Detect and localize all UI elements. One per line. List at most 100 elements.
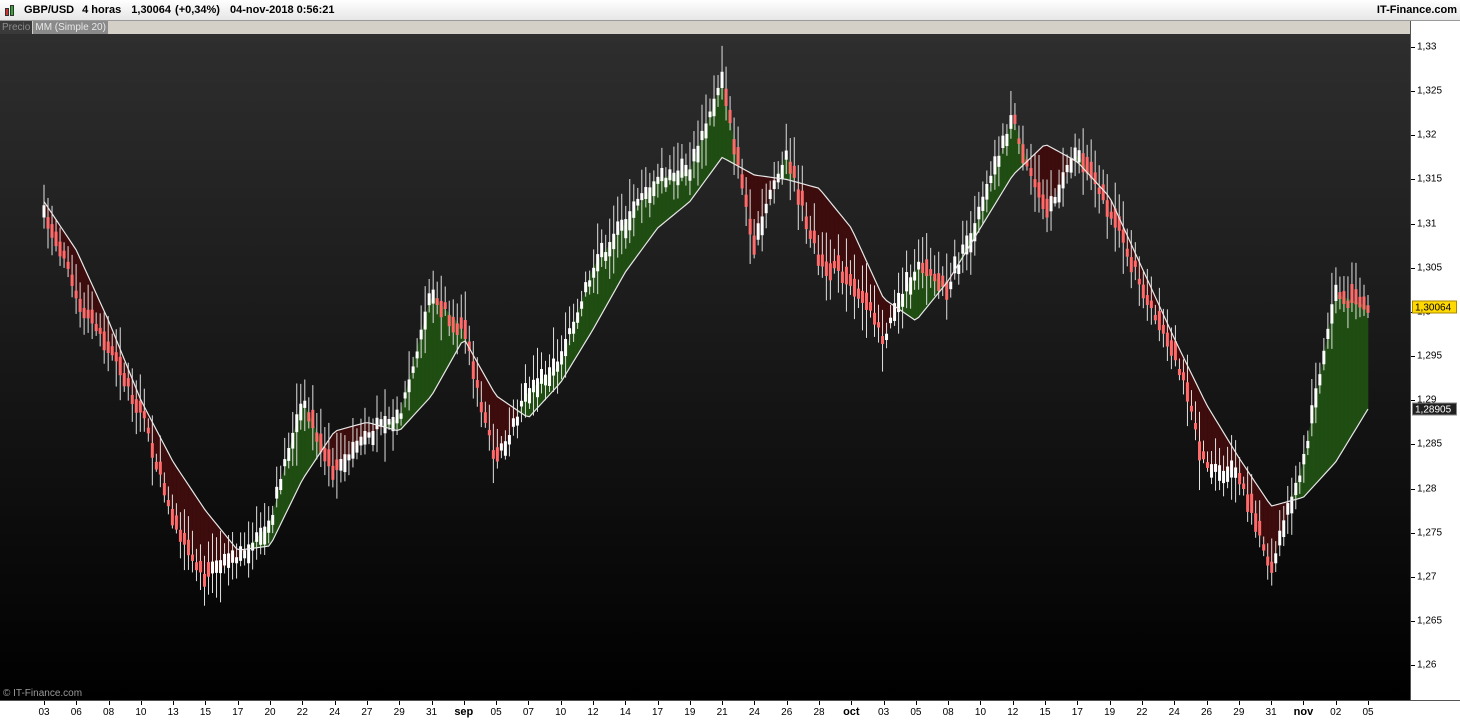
x-tick-label: 03 [38, 707, 50, 718]
x-tick-label: 20 [264, 707, 276, 718]
y-tick [1411, 444, 1415, 446]
x-tick [883, 701, 885, 705]
x-tick [173, 701, 175, 705]
candle-up [905, 272, 909, 292]
candle-down [471, 361, 475, 379]
candle-down [190, 554, 194, 561]
ma-point [657, 227, 659, 229]
candle-down [1338, 292, 1342, 300]
candle-up [227, 553, 231, 568]
chart-plot-area[interactable] [0, 34, 1410, 700]
y-tick-label: 1,275 [1417, 527, 1443, 539]
candle-up [548, 367, 552, 386]
y-tick [1411, 488, 1415, 490]
ma-point [754, 174, 756, 176]
last-price-tag: 1,30064 [1412, 300, 1457, 314]
candle-down [792, 165, 796, 178]
y-tick [1411, 532, 1415, 534]
x-tick [754, 701, 756, 705]
candle-down [154, 461, 158, 470]
candle-up [1306, 440, 1310, 449]
candle-down [1197, 441, 1201, 461]
candle-up [1318, 374, 1322, 386]
price-chart-svg[interactable] [0, 34, 1410, 700]
x-tick [1012, 701, 1014, 705]
candle-down [1346, 300, 1350, 309]
candle-down [844, 266, 848, 285]
candle-up [684, 164, 688, 177]
candle-up [961, 244, 965, 254]
candle-up [1073, 147, 1077, 162]
candle-down [732, 139, 736, 155]
x-tick [44, 701, 45, 705]
x-tick-label: 10 [135, 707, 147, 718]
candle-down [1202, 451, 1206, 460]
candle-down [150, 443, 154, 458]
ma-point [269, 545, 271, 547]
candle-down [1021, 144, 1025, 164]
x-tick [1335, 701, 1337, 705]
ma-point [528, 417, 530, 419]
price-point [1206, 470, 1208, 472]
candle-up [503, 441, 507, 456]
x-tick-label: 05 [910, 707, 922, 718]
price-axis[interactable]: 1,261,2651,271,2751,281,2851,291,2951,31… [1410, 21, 1460, 700]
time-axis[interactable]: 03 06 08 10 13 15 17 20 22 24 27 29 31 sep 05 07 10 12 14 1… [0, 700, 1460, 720]
candle-up [560, 351, 564, 365]
candle-up [371, 430, 375, 446]
candle-up [507, 435, 511, 445]
candle-down [82, 307, 86, 319]
x-tick-label: 17 [232, 707, 244, 718]
candle-up [628, 211, 632, 231]
candle-up [977, 206, 981, 220]
timeframe-label[interactable]: 4 horas [82, 4, 121, 16]
cloud-segment-bull [918, 268, 923, 319]
ma-point [1303, 497, 1305, 499]
ma-point [1335, 461, 1337, 463]
x-tick-label: 26 [781, 707, 793, 718]
price-point [140, 408, 142, 410]
ma-point [1173, 338, 1175, 340]
price-point [1012, 117, 1014, 119]
candle-down [1125, 248, 1129, 257]
cloud-segment-bull [1355, 301, 1361, 430]
candle-down [1109, 211, 1113, 219]
candle-up [1069, 157, 1073, 173]
candle-up [576, 312, 580, 323]
candle-up [604, 252, 608, 261]
candle-up [263, 526, 267, 545]
price-point [1367, 306, 1369, 308]
cloud-segment-bull [1006, 123, 1012, 186]
ma-point [980, 227, 982, 229]
candle-up [1322, 350, 1326, 365]
x-tick [399, 701, 401, 705]
candle-down [170, 508, 174, 526]
candle-down [752, 235, 756, 255]
candle-up [231, 550, 235, 563]
candle-up [1061, 172, 1065, 189]
ma-point [721, 157, 723, 159]
candle-up [1326, 328, 1330, 340]
candle-down [840, 271, 844, 284]
candle-down [1129, 257, 1133, 273]
legend-moving-average[interactable]: MM (Simple 20) [33, 21, 108, 34]
candle-down [1101, 184, 1105, 201]
candle-up [1210, 464, 1214, 478]
candle-up [219, 560, 223, 574]
ma-point [786, 179, 788, 181]
candle-up [712, 98, 716, 117]
cloud-segment-bull [577, 301, 582, 356]
cloud-segment-bear [842, 216, 847, 275]
candle-up [275, 486, 279, 499]
cloud-segment-bear [71, 242, 77, 294]
candle-up [1053, 196, 1057, 204]
candle-down [443, 302, 447, 309]
candle-up [223, 553, 227, 566]
y-tick [1411, 620, 1415, 622]
x-tick-label: 29 [393, 707, 405, 718]
candle-up [1218, 465, 1222, 481]
x-tick-label: 29 [1233, 707, 1245, 718]
candle-down [327, 449, 331, 467]
cloud-segment-bear [1050, 146, 1056, 204]
legend-price[interactable]: Precio [0, 21, 33, 34]
